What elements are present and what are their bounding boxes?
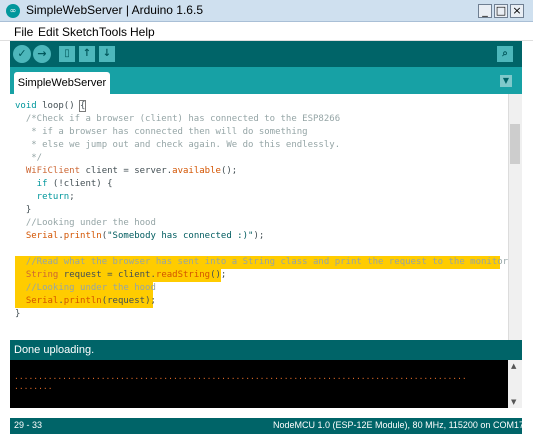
save-sketch-button[interactable]: ↓ [99,46,115,62]
code-line-highlighted: String request = client.readString(); [15,269,226,282]
new-sketch-button[interactable]: ▯ [59,46,75,62]
menu-file[interactable]: File [14,25,33,39]
code-text: ; [69,192,75,202]
code-text: ); [253,231,265,241]
minimize-button[interactable]: _ [478,4,492,18]
tab-strip: SimpleWebServer ▼ [10,67,522,94]
checkmark-icon: ✓ [17,47,27,60]
code-function: println [63,296,102,306]
scroll-up-icon[interactable]: ▲ [511,362,516,370]
code-line: WiFiClient client = server.available(); [15,165,237,178]
board-info: NodeMCU 1.0 (ESP-12E Module), 80 MHz, 11… [273,420,524,430]
code-line: } [15,309,21,319]
code-type: Serial [15,296,59,306]
arduino-logo-icon: ∞ [6,4,20,18]
code-line: return; [15,191,75,204]
code-keyword: if [15,179,48,189]
code-text: client = server. [80,166,173,176]
menu-help[interactable]: Help [130,25,155,39]
code-function: println [63,231,102,241]
code-type: Serial [15,231,59,241]
console-output: ........................................… [10,360,522,408]
code-keyword: return [15,192,70,202]
code-text: (); [210,270,227,280]
code-function: available [172,166,221,176]
scroll-down-icon[interactable]: ▼ [511,398,516,406]
code-line-highlighted: //Read what the browser has sent into a … [15,256,509,269]
menu-sketch[interactable]: Sketch [62,25,99,39]
editor-scrollbar-thumb[interactable] [510,124,520,164]
code-line: //Looking under the hood [15,218,156,228]
code-type: WiFiClient [15,166,81,176]
menu-tools[interactable]: Tools [99,25,127,39]
footer-bar: 29 - 33 NodeMCU 1.0 (ESP-12E Module), 80… [10,418,524,434]
chevron-down-icon: ▼ [502,76,510,85]
window-title: SimpleWebServer | Arduino 1.6.5 [26,3,203,17]
console-line: ........................................… [14,372,467,381]
menu-edit[interactable]: Edit [38,25,59,39]
code-editor[interactable]: void loop() { /*Check if a browser (clie… [10,94,522,340]
arrow-right-icon: → [37,47,47,60]
new-file-icon: ▯ [64,48,70,59]
verify-button[interactable]: ✓ [13,45,31,63]
toolbar: ✓ → ▯ ↑ ↓ ⌕ [10,41,522,67]
code-keyword: void [15,101,37,111]
code-line: */ [15,153,43,163]
code-line: Serial.println("Somebody has connected :… [15,230,264,243]
code-line: * else we jump out and check again. We d… [15,140,341,150]
code-text: loop() [36,101,81,111]
code-line-highlighted: Serial.println(request); [15,295,156,308]
close-button[interactable]: × [510,4,524,18]
tab-menu-button[interactable]: ▼ [500,75,512,87]
title-bar: ∞ SimpleWebServer | Arduino 1.6.5 _ □ × [0,0,533,22]
code-line: if (!client) { [15,178,113,191]
upload-button[interactable]: → [33,45,51,63]
code-line: * if a browser has connected then will d… [15,127,308,137]
arrow-down-icon: ↓ [102,48,112,59]
code-text: (request); [101,296,156,306]
code-brace: { [78,100,87,112]
code-text: request = client. [58,270,156,280]
maximize-button[interactable]: □ [494,4,508,18]
tab-simplewebserver[interactable]: SimpleWebServer [14,72,110,94]
arrow-up-icon: ↑ [82,48,92,59]
menu-bar: File Edit Sketch Tools Help [0,22,533,41]
magnifier-icon: ⌕ [502,48,508,59]
status-bar: Done uploading. [10,340,522,360]
code-line-highlighted: //Looking under the hood [15,282,156,295]
code-string: "Somebody has connected :)" [107,231,254,241]
code-text: (!client) { [47,179,113,189]
line-number-indicator: 29 - 33 [14,420,43,430]
code-text: (); [220,166,238,176]
code-type: String [15,270,59,280]
code-line: } [15,205,32,215]
open-sketch-button[interactable]: ↑ [79,46,95,62]
status-message: Done uploading. [14,344,95,356]
serial-monitor-button[interactable]: ⌕ [497,46,513,62]
console-line: ........ [14,382,53,391]
code-line: /*Check if a browser (client) has connec… [15,114,341,124]
code-function: readString [155,270,211,280]
code-line: void loop() { [15,100,87,113]
